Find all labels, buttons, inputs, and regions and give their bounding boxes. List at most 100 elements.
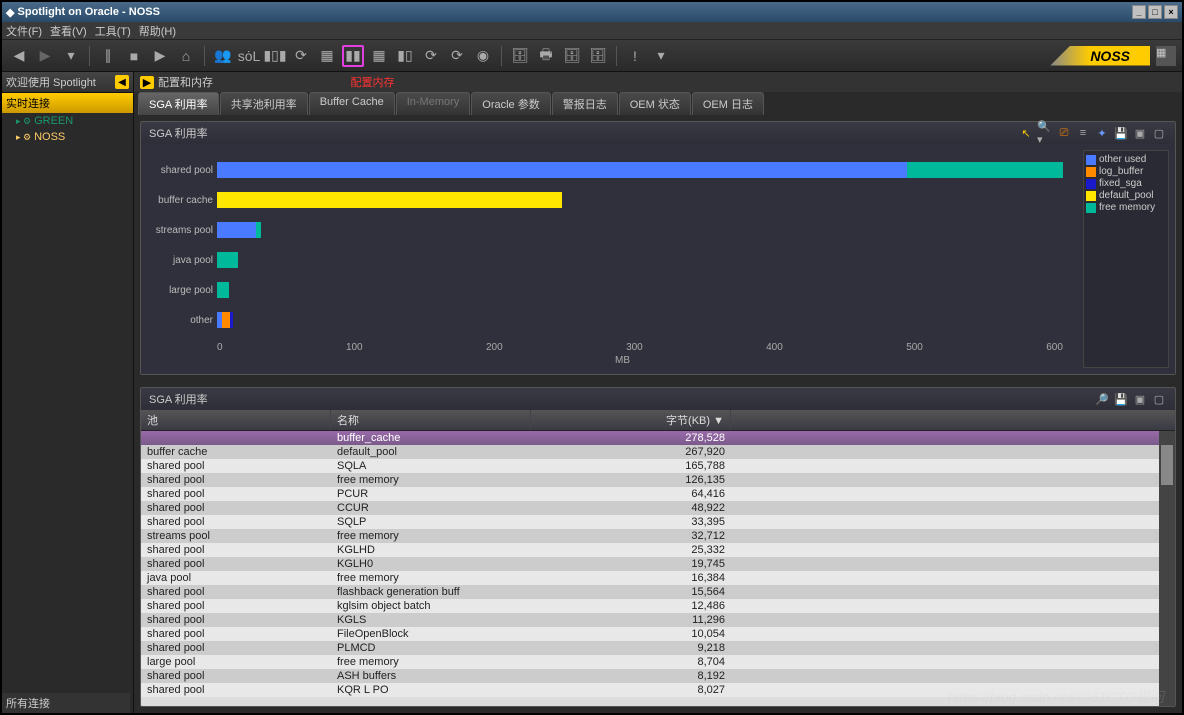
title-bar: ◆ Spotlight on Oracle - NOSS _ □ × — [2, 2, 1182, 22]
nav-back-icon[interactable]: ◀ — [8, 45, 30, 67]
content-area: ▶ 配置和内存 配置内存 SGA 利用率共享池利用率Buffer CacheIn… — [134, 72, 1182, 713]
table-row[interactable]: buffer_cache278,528 — [141, 431, 1159, 445]
table-row[interactable]: shared poolFileOpenBlock10,054 — [141, 627, 1159, 641]
menu-file[interactable]: 文件(F) — [6, 23, 42, 39]
tab-SGA 利用率[interactable]: SGA 利用率 — [138, 92, 219, 115]
alert-icon[interactable]: ! — [624, 45, 646, 67]
chart-panel: SGA 利用率 ↖ 🔍▾ ⎚ ≡ ✦ 💾 ▣ ▢ shared poolbuff… — [140, 121, 1176, 375]
sidebar-footer[interactable]: 所有连接 — [2, 693, 130, 713]
table-row[interactable]: shared poolKGLHD25,332 — [141, 543, 1159, 557]
pointer-icon[interactable]: ↖ — [1018, 125, 1034, 141]
table-row[interactable]: shared poolPCUR64,416 — [141, 487, 1159, 501]
tab-Oracle 参数[interactable]: Oracle 参数 — [471, 92, 550, 115]
nav-fwd-icon[interactable]: ▶ — [34, 45, 56, 67]
copy-icon[interactable]: ▣ — [1132, 125, 1148, 141]
chart-icon[interactable]: ▮▯▮ — [264, 45, 286, 67]
grid1-icon[interactable]: ▦ — [316, 45, 338, 67]
tab-OEM 状态[interactable]: OEM 状态 — [619, 92, 691, 115]
brush-icon[interactable]: ⎚ — [1056, 125, 1072, 141]
stop-icon[interactable]: ■ — [123, 45, 145, 67]
print-icon[interactable]: 🖶 — [535, 45, 557, 67]
sidebar-welcome-label: 欢迎使用 Spotlight — [6, 74, 96, 90]
brand-icon[interactable]: ▦ — [1156, 46, 1176, 66]
sga-bar-chart: shared poolbuffer cachestreams pooljava … — [147, 150, 1083, 368]
col-pool[interactable]: 池 — [141, 410, 331, 430]
table-row[interactable]: buffer cachedefault_pool267,920 — [141, 445, 1159, 459]
save-icon[interactable]: 💾 — [1113, 125, 1129, 141]
col-kb[interactable]: 字节(KB) ▼ — [531, 410, 731, 430]
table-row[interactable]: shared poolSQLP33,395 — [141, 515, 1159, 529]
table-scrollbar[interactable] — [1159, 431, 1175, 706]
users-icon[interactable]: 👥 — [212, 45, 234, 67]
table-row[interactable]: streams poolfree memory32,712 — [141, 529, 1159, 543]
breadcrumb: ▶ 配置和内存 配置内存 — [134, 72, 1182, 92]
sidebar-item-green[interactable]: GREEN — [2, 113, 133, 129]
table-row[interactable]: shared poolflashback generation buff15,5… — [141, 585, 1159, 599]
tab-共享池利用率[interactable]: 共享池利用率 — [220, 92, 308, 115]
table-row[interactable]: shared poolKGLS11,296 — [141, 613, 1159, 627]
table-row[interactable]: java poolfree memory16,384 — [141, 571, 1159, 585]
app-icon: ◆ — [6, 6, 14, 19]
table-row[interactable]: shared poolKGLH019,745 — [141, 557, 1159, 571]
grid2-icon[interactable]: ▦ — [368, 45, 390, 67]
home-icon[interactable]: ⌂ — [175, 45, 197, 67]
tcopy-icon[interactable]: ▣ — [1132, 391, 1148, 407]
close-button[interactable]: × — [1164, 5, 1178, 19]
table-row[interactable]: shared poolSQLA165,788 — [141, 459, 1159, 473]
tsave-icon[interactable]: 💾 — [1113, 391, 1129, 407]
table-row[interactable]: shared poolCCUR48,922 — [141, 501, 1159, 515]
play-icon[interactable]: ▶ — [149, 45, 171, 67]
table-row[interactable]: shared poolKQR L PO8,027 — [141, 683, 1159, 697]
db2-icon[interactable]: 🗄 — [561, 45, 583, 67]
tab-Buffer Cache[interactable]: Buffer Cache — [309, 92, 395, 115]
tab-In-Memory[interactable]: In-Memory — [396, 92, 471, 115]
table-row[interactable]: shared poolkglsim object batch12,486 — [141, 599, 1159, 613]
max-icon[interactable]: ▢ — [1151, 125, 1167, 141]
cycle1-icon[interactable]: ⟳ — [420, 45, 442, 67]
table-row[interactable]: shared poolASH buffers8,192 — [141, 669, 1159, 683]
collapse-icon[interactable]: ◀ — [115, 75, 129, 89]
chart-title: SGA 利用率 — [149, 125, 208, 141]
cycle2-icon[interactable]: ⟳ — [446, 45, 468, 67]
table-row[interactable]: shared poolfree memory126,135 — [141, 473, 1159, 487]
db1-icon[interactable]: 🗄 — [509, 45, 531, 67]
alert-drop-icon[interactable]: ▾ — [650, 45, 672, 67]
tab-bar: SGA 利用率共享池利用率Buffer CacheIn-MemoryOracle… — [134, 92, 1182, 115]
col-name[interactable]: 名称 — [331, 410, 531, 430]
barchart-icon[interactable]: ▮▯ — [394, 45, 416, 67]
sidebar-item-noss[interactable]: NOSS — [2, 129, 133, 145]
db3-icon[interactable]: 🗄 — [587, 45, 609, 67]
tab-警报日志[interactable]: 警报日志 — [552, 92, 618, 115]
target-icon[interactable]: ◉ — [472, 45, 494, 67]
table-row[interactable]: shared poolPLMCD9,218 — [141, 641, 1159, 655]
filter-icon[interactable]: ≡ — [1075, 125, 1091, 141]
table-body: buffer_cache278,528buffer cachedefault_p… — [141, 431, 1159, 706]
tmax-icon[interactable]: ▢ — [1151, 391, 1167, 407]
table-header: 池 名称 字节(KB) ▼ — [141, 410, 1175, 431]
table-row[interactable]: large poolfree memory8,704 — [141, 655, 1159, 669]
nav-dropdown-icon[interactable]: ▾ — [60, 45, 82, 67]
opts-icon[interactable]: ✦ — [1094, 125, 1110, 141]
crumb-expand-icon[interactable]: ▶ — [140, 76, 154, 89]
sql-icon[interactable]: sȯL — [238, 45, 260, 67]
tab-OEM 日志[interactable]: OEM 日志 — [692, 92, 764, 115]
menu-help[interactable]: 帮助(H) — [139, 23, 176, 39]
menu-view[interactable]: 查看(V) — [50, 23, 87, 39]
sidebar-welcome[interactable]: 欢迎使用 Spotlight ◀ — [2, 72, 133, 93]
sidebar: 欢迎使用 Spotlight ◀ 实时连接 GREEN NOSS — [2, 72, 134, 713]
find-icon[interactable]: 🔎 — [1094, 391, 1110, 407]
pause-icon[interactable]: ∥ — [97, 45, 119, 67]
sidebar-section[interactable]: 实时连接 — [2, 93, 133, 113]
minimize-button[interactable]: _ — [1132, 5, 1146, 19]
main-toolbar: ◀ ▶ ▾ ∥ ■ ▶ ⌂ 👥 sȯL ▮▯▮ ⟳ ▦ ▮▮ ▦ ▮▯ ⟳ ⟳ … — [2, 40, 1182, 72]
table-panel: SGA 利用率 🔎 💾 ▣ ▢ 池 名称 字节(KB) ▼ buffer_cac… — [140, 387, 1176, 707]
memory-config-icon[interactable]: ▮▮ — [342, 45, 364, 67]
maximize-button[interactable]: □ — [1148, 5, 1162, 19]
zoom-icon[interactable]: 🔍▾ — [1037, 125, 1053, 141]
crumb-label: 配置和内存 — [158, 77, 213, 89]
x-axis-label: MB — [615, 355, 630, 366]
chart-legend: other usedlog_bufferfixed_sgadefault_poo… — [1083, 150, 1169, 368]
table-title: SGA 利用率 — [149, 391, 208, 407]
refresh-icon[interactable]: ⟳ — [290, 45, 312, 67]
menu-tools[interactable]: 工具(T) — [95, 23, 131, 39]
